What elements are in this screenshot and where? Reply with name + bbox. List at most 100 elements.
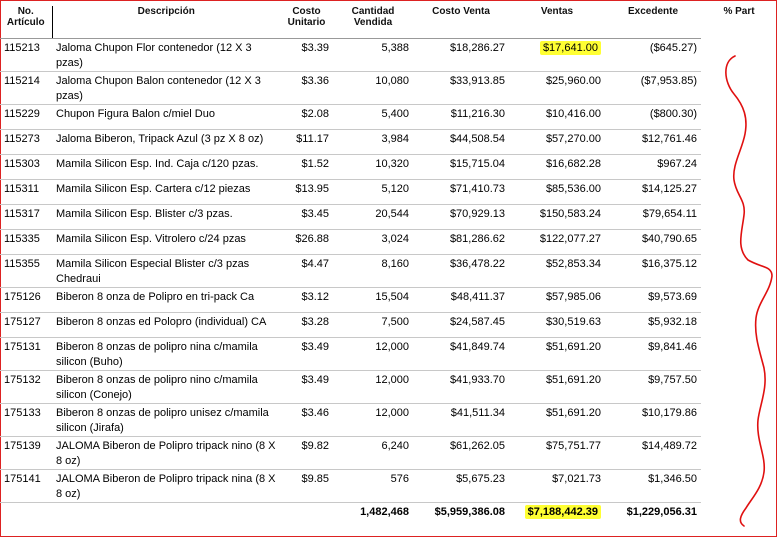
unit-cost: $13.95 [280, 179, 333, 205]
pct-part [701, 72, 777, 105]
sale-cost: $33,913.85 [413, 71, 509, 105]
quantity-sold: 12,000 [333, 403, 413, 437]
excess-amount: $14,489.72 [605, 436, 701, 470]
quantity-sold: 576 [333, 469, 413, 503]
excess-amount: $14,125.27 [605, 179, 701, 205]
sales-amount: $150,583.24 [509, 204, 605, 230]
quantity-sold: 3,984 [333, 129, 413, 155]
table-row: 115214 Jaloma Chupon Balon contenedor (12… [0, 71, 777, 105]
article-description: Biberon 8 onza de Polipro en tri-pack Ca [52, 287, 280, 313]
pct-part [701, 313, 777, 338]
unit-cost: $3.28 [280, 312, 333, 338]
excess-amount: $9,757.50 [605, 370, 701, 404]
col-costo-venta: Costo Venta [413, 6, 509, 39]
table-row: 115303 Mamila Silicon Esp. Ind. Caja c/12… [0, 154, 777, 180]
article-code: 115317 [0, 204, 52, 230]
pct-part [701, 338, 777, 371]
totals-blank [0, 503, 52, 529]
quantity-sold: 5,400 [333, 104, 413, 130]
pct-part [701, 371, 777, 404]
excess-amount: $9,841.46 [605, 337, 701, 371]
sales-amount: $85,536.00 [509, 179, 605, 205]
article-code: 175131 [0, 337, 52, 371]
article-description: Biberon 8 onzas de polipro unisez c/mami… [52, 403, 280, 437]
sales-amount: $25,960.00 [509, 71, 605, 105]
article-description: Mamila Silicon Esp. Cartera c/12 piezas [52, 179, 280, 205]
article-code: 115311 [0, 179, 52, 205]
total-excess: $1,229,056.31 [626, 506, 697, 518]
quantity-sold: 12,000 [333, 337, 413, 371]
pct-part [701, 437, 777, 470]
pct-part [701, 230, 777, 255]
article-code: 115213 [0, 38, 52, 72]
quantity-sold: 10,080 [333, 71, 413, 105]
excess-amount: ($7,953.85) [605, 71, 701, 105]
quantity-sold: 20,544 [333, 204, 413, 230]
total-cost: $5,959,386.08 [434, 506, 505, 518]
article-code: 175141 [0, 469, 52, 503]
article-code: 115335 [0, 229, 52, 255]
totals-blank [280, 503, 333, 529]
excess-amount: $16,375.12 [605, 254, 701, 288]
quantity-sold: 10,320 [333, 154, 413, 180]
table-row: 115311 Mamila Silicon Esp. Cartera c/12 p… [0, 179, 777, 205]
article-code: 115303 [0, 154, 52, 180]
col-pct-part: % Part [723, 6, 755, 17]
table-row: 115213 Jaloma Chupon Flor contenedor (12 … [0, 38, 777, 72]
sale-cost: $71,410.73 [413, 179, 509, 205]
article-description: Mamila Silicon Esp. Ind. Caja c/120 pzas… [52, 154, 280, 180]
pct-part [701, 105, 777, 130]
article-code: 175139 [0, 436, 52, 470]
sales-table: No. Artículo Descripción Costo Unitario … [0, 6, 777, 528]
header-row: No. Artículo Descripción Costo Unitario … [0, 6, 777, 39]
sale-cost: $11,216.30 [413, 104, 509, 130]
article-code: 115229 [0, 104, 52, 130]
pct-part [701, 404, 777, 437]
unit-cost: $3.12 [280, 287, 333, 313]
sales-amount: $122,077.27 [509, 229, 605, 255]
unit-cost: $9.82 [280, 436, 333, 470]
article-description: Mamila Silicon Esp. Vitrolero c/24 pzas [52, 229, 280, 255]
article-description: Jaloma Chupon Balon contenedor (12 X 3 p… [52, 71, 280, 105]
excess-amount: ($800.30) [605, 104, 701, 130]
quantity-sold: 15,504 [333, 287, 413, 313]
excess-amount: $1,346.50 [605, 469, 701, 503]
article-description: Biberon 8 onzas ed Polopro (individual) … [52, 312, 280, 338]
article-description: Mamila Silicon Esp. Blister c/3 pzas. [52, 204, 280, 230]
sales-amount: $51,691.20 [509, 370, 605, 404]
sales-amount: $17,641.00 [539, 41, 601, 55]
article-code: 115355 [0, 254, 52, 288]
pct-part [701, 180, 777, 205]
sale-cost: $48,411.37 [413, 287, 509, 313]
article-description: JALOMA Biberon de Polipro tripack nina (… [52, 469, 280, 503]
col-ventas: Ventas [509, 6, 605, 39]
table-row: 175126 Biberon 8 onza de Polipro en tri-p… [0, 287, 777, 313]
sale-cost: $41,849.74 [413, 337, 509, 371]
sale-cost: $15,715.04 [413, 154, 509, 180]
total-sales-cell: $7,188,442.39 [509, 503, 605, 529]
sale-cost: $5,675.23 [413, 469, 509, 503]
sale-cost: $18,286.27 [413, 38, 509, 72]
table-row: 175131 Biberon 8 onzas de polipro nina c/… [0, 337, 777, 371]
sales-amount: $30,519.63 [509, 312, 605, 338]
sale-cost: $41,511.34 [413, 403, 509, 437]
excess-amount: $5,932.18 [605, 312, 701, 338]
quantity-sold: 5,120 [333, 179, 413, 205]
table-row: 115317 Mamila Silicon Esp. Blister c/3 pz… [0, 204, 777, 230]
article-code: 115214 [0, 71, 52, 105]
totals-row: 1,482,468 $5,959,386.08 $7,188,442.39 $1… [0, 503, 777, 529]
total-qty: 1,482,468 [360, 506, 409, 518]
table-row: 115229 Chupon Figura Balon c/miel Duo $2.0… [0, 104, 777, 130]
article-description: Chupon Figura Balon c/miel Duo [52, 104, 280, 130]
quantity-sold: 5,388 [333, 38, 413, 72]
table-body: 115213 Jaloma Chupon Flor contenedor (12 … [0, 38, 777, 503]
pct-part [701, 39, 777, 72]
unit-cost: $3.36 [280, 71, 333, 105]
excess-amount: $40,790.65 [605, 229, 701, 255]
excess-amount: $12,761.46 [605, 129, 701, 155]
totals-blank [52, 503, 280, 529]
article-description: Biberon 8 onzas de polipro nina c/mamila… [52, 337, 280, 371]
pct-part [701, 288, 777, 313]
unit-cost: $3.39 [280, 38, 333, 72]
table-row: 175127 Biberon 8 onzas ed Polopro (indivi… [0, 312, 777, 338]
